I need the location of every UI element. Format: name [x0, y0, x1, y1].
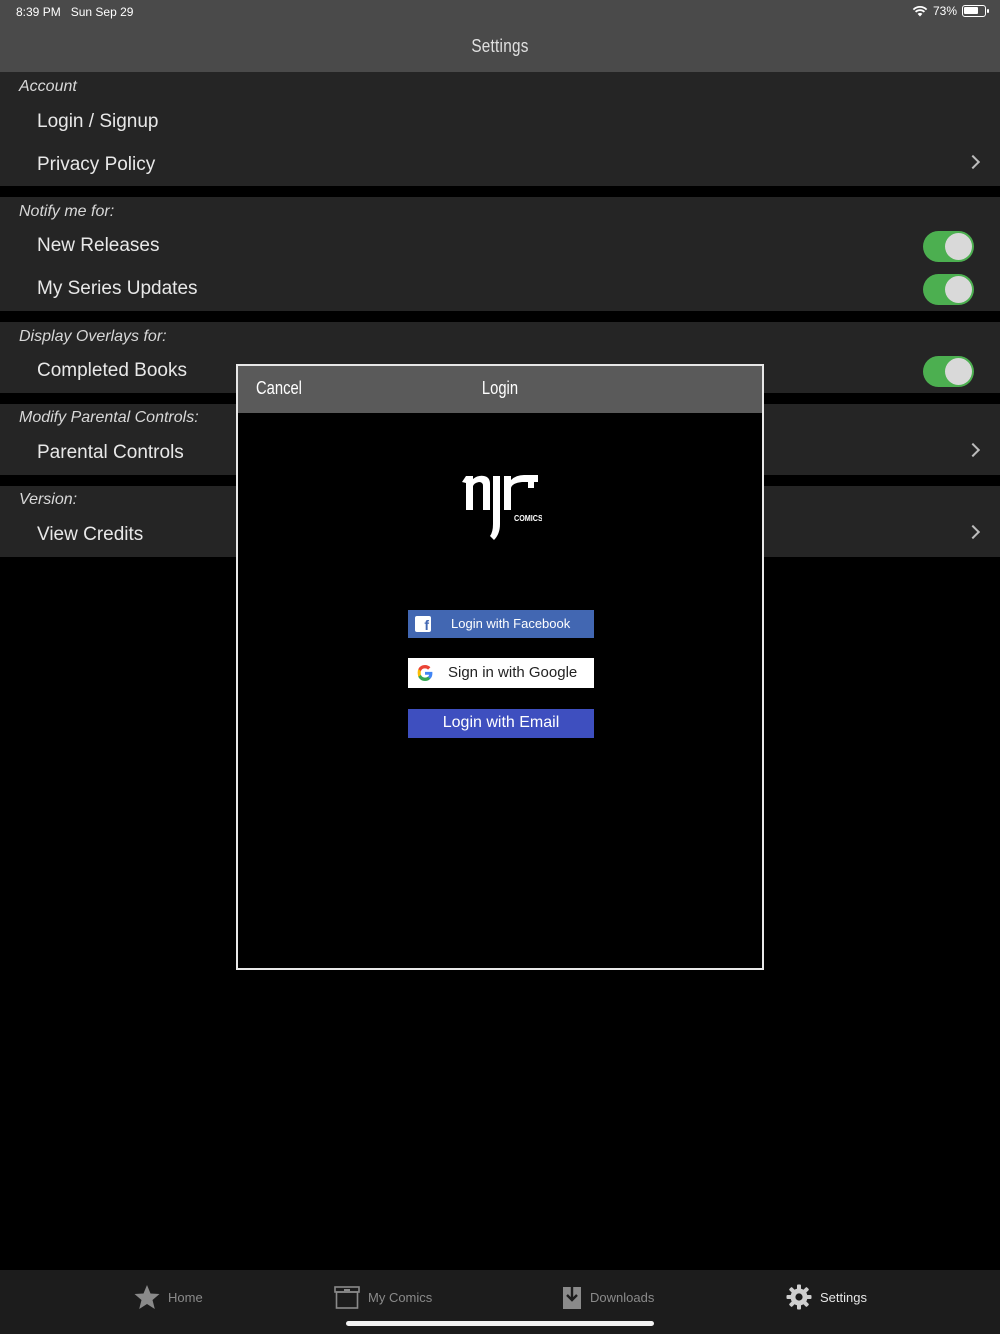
modal-title: Login	[481, 378, 519, 398]
section-header-overlays: Display Overlays for:	[19, 328, 167, 345]
tab-downloads[interactable]: Downloads	[562, 1282, 654, 1312]
chevron-right-icon	[965, 442, 981, 458]
gear-icon	[786, 1284, 812, 1310]
section-header-version: Version:	[19, 491, 78, 508]
toggle-knob	[945, 358, 972, 385]
series-updates-toggle[interactable]	[923, 274, 974, 305]
status-time: 8:39 PM Sun Sep 29	[16, 5, 133, 19]
google-button-label: Sign in with Google	[448, 664, 578, 681]
status-indicators: 73%	[912, 4, 989, 18]
toggle-knob	[945, 233, 972, 260]
login-with-email-button[interactable]: Login with Email	[408, 709, 594, 738]
parental-controls-label: Parental Controls	[37, 442, 184, 463]
privacy-policy-row[interactable]: Privacy Policy	[0, 144, 1000, 187]
new-releases-label: New Releases	[37, 235, 160, 256]
series-updates-label: My Series Updates	[37, 278, 198, 299]
section-header-notify: Notify me for:	[19, 203, 115, 220]
battery-percent: 73%	[932, 4, 957, 18]
status-date: Sun Sep 29	[70, 5, 134, 19]
modal-header: Cancel Login	[238, 366, 762, 413]
chevron-right-icon	[965, 524, 981, 540]
tab-settings[interactable]: Settings	[786, 1282, 867, 1312]
new-releases-toggle[interactable]	[923, 231, 974, 262]
completed-books-toggle[interactable]	[923, 356, 974, 387]
email-button-label: Login with Email	[442, 714, 560, 731]
battery-icon	[962, 5, 989, 17]
series-updates-row: My Series Updates	[0, 268, 1000, 311]
completed-books-label: Completed Books	[37, 360, 187, 381]
section-header-account: Account	[19, 78, 77, 95]
tab-label-my-comics: My Comics	[368, 1289, 433, 1305]
tab-home[interactable]: Home	[134, 1282, 203, 1312]
login-signup-row[interactable]: Login / Signup	[0, 101, 1000, 144]
login-with-facebook-button[interactable]: f Login with Facebook	[408, 610, 594, 638]
facebook-button-label: Login with Facebook	[451, 616, 571, 631]
tab-my-comics[interactable]: My Comics	[334, 1282, 432, 1312]
tab-label-downloads: Downloads	[590, 1289, 655, 1305]
svg-text:COMICS: COMICS	[514, 514, 542, 523]
tab-label-settings: Settings	[820, 1289, 867, 1305]
wifi-icon	[912, 6, 928, 17]
chevron-right-icon	[965, 154, 981, 170]
njr-comics-logo: COMICS	[462, 475, 542, 540]
login-modal: Cancel Login COMICS f Login with Faceboo…	[236, 364, 764, 970]
notify-section: Notify me for: New Releases My Series Up…	[0, 197, 1000, 311]
status-clock: 8:39 PM	[16, 5, 61, 19]
sign-in-with-google-button[interactable]: Sign in with Google	[408, 658, 594, 688]
facebook-icon: f	[415, 616, 431, 633]
navigation-bar: 8:39 PM Sun Sep 29 73% Settings	[0, 0, 1000, 72]
account-section: Account Login / Signup Privacy Policy	[0, 72, 1000, 186]
view-credits-label: View Credits	[37, 524, 144, 545]
tab-label-home: Home	[168, 1289, 203, 1305]
page-title: Settings	[471, 36, 529, 56]
google-icon	[417, 665, 433, 681]
section-header-parental: Modify Parental Controls:	[19, 409, 199, 426]
privacy-policy-label: Privacy Policy	[37, 154, 156, 175]
toggle-knob	[945, 276, 972, 303]
archive-box-icon	[334, 1286, 360, 1309]
login-signup-label: Login / Signup	[37, 111, 159, 132]
star-icon	[134, 1285, 160, 1309]
download-icon	[563, 1286, 581, 1309]
new-releases-row: New Releases	[0, 225, 1000, 268]
home-indicator[interactable]	[346, 1321, 654, 1326]
